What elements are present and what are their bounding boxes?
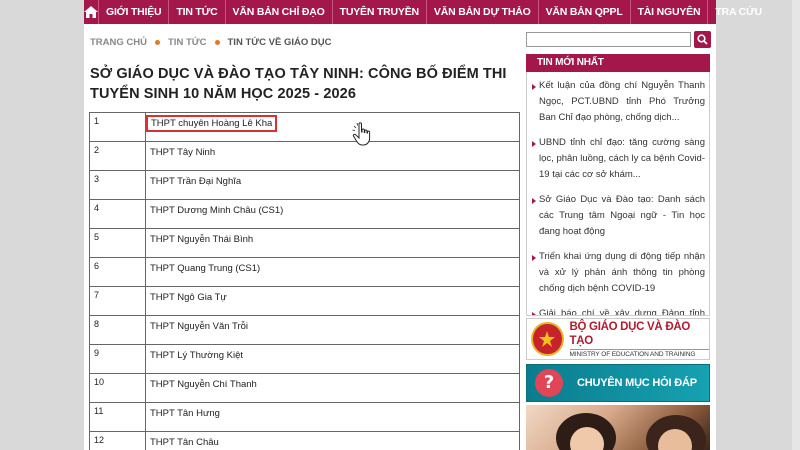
nav-item-tra-cuu[interactable]: TRA CỨU	[708, 0, 769, 24]
nav-item-tai-nguyen[interactable]: TÀI NGUYÊN	[631, 0, 709, 24]
top-nav: GIỚI THIỆU TIN TỨC VĂN BẢN CHỈ ĐẠO TUYÊN…	[84, 0, 762, 24]
school-name-cell[interactable]: THPT Tân Hưng	[145, 402, 520, 432]
school-name-cell[interactable]: THPT Tây Ninh	[145, 141, 520, 171]
qa-banner-label: CHUYÊN MỤC HỎI ĐÁP	[577, 377, 697, 389]
latest-news-list: Kết luận của đồng chí Nguyễn Thanh Ngọc,…	[526, 72, 710, 316]
row-number: 4	[89, 199, 146, 229]
nav-item-van-ban-chi-dao[interactable]: VĂN BẢN CHỈ ĐẠO	[226, 0, 333, 24]
news-item[interactable]: UBND tỉnh chỉ đạo: tăng cường sàng lọc, …	[527, 129, 709, 186]
breadcrumb-news[interactable]: TIN TỨC	[168, 37, 207, 48]
row-number: 5	[89, 228, 146, 258]
school-name-cell[interactable]: THPT chuyên Hoàng Lê Kha	[145, 112, 520, 142]
highlighted-school-name[interactable]: THPT chuyên Hoàng Lê Kha	[146, 115, 278, 132]
table-row: 3 THPT Trần Đại Nghĩa	[89, 170, 520, 200]
scrollbar[interactable]	[792, 0, 800, 450]
table-row: 11 THPT Tân Hưng	[89, 402, 520, 432]
row-number: 8	[89, 315, 146, 345]
breadcrumb-current[interactable]: TIN TỨC VỀ GIÁO DỤC	[228, 37, 332, 48]
bullet-icon	[155, 40, 160, 45]
page: GIỚI THIỆU TIN TỨC VĂN BẢN CHỈ ĐẠO TUYÊN…	[84, 0, 762, 450]
nav-item-tuyen-truyen[interactable]: TUYÊN TRUYỀN	[333, 0, 427, 24]
bullet-icon	[214, 40, 220, 45]
breadcrumb: TRANG CHỦ TIN TỨC TIN TỨC VỀ GIÁO DỤC	[90, 37, 331, 48]
ministry-banner-title: BỘ GIÁO DỤC VÀ ĐÀO TẠO	[569, 321, 691, 347]
school-name-cell[interactable]: THPT Tân Châu	[145, 431, 520, 450]
news-item[interactable]: Giải báo chí về xây dựng Đảng tỉnh Tây N…	[527, 300, 709, 315]
table-row: 8 THPT Nguyễn Văn Trỗi	[89, 315, 520, 345]
school-name-cell[interactable]: THPT Lý Thường Kiệt	[145, 344, 520, 374]
score-table: 1 THPT chuyên Hoàng Lê Kha 2 THPT Tây Ninh 3…	[89, 112, 520, 450]
nav-item-tin-tuc[interactable]: TIN TỨC	[169, 0, 226, 24]
row-number: 1	[89, 112, 146, 142]
row-number: 2	[89, 141, 146, 171]
row-number: 10	[89, 373, 146, 403]
search-button[interactable]	[694, 31, 711, 48]
national-emblem-icon	[531, 322, 564, 356]
row-number: 12	[89, 431, 146, 450]
table-row: 12 THPT Tân Châu	[89, 431, 520, 450]
nav-item-gioi-thieu[interactable]: GIỚI THIỆU	[99, 0, 170, 24]
row-number: 3	[89, 170, 146, 200]
home-icon[interactable]	[84, 0, 99, 24]
row-number: 11	[89, 402, 146, 432]
table-row: 10 THPT Nguyễn Chí Thanh	[89, 373, 520, 403]
school-name-cell[interactable]: THPT Trần Đại Nghĩa	[145, 170, 520, 200]
school-name-cell[interactable]: THPT Nguyễn Chí Thanh	[145, 373, 520, 403]
table-row: 6 THPT Quang Trung (CS1)	[89, 257, 520, 287]
table-row: 9 THPT Lý Thường Kiệt	[89, 344, 520, 374]
latest-news-heading: TIN MỚI NHẤT	[526, 54, 710, 72]
nav-item-van-ban-qppl[interactable]: VĂN BẢN QPPL	[539, 0, 631, 24]
row-number: 9	[89, 344, 146, 374]
table-row: 1 THPT chuyên Hoàng Lê Kha	[89, 112, 520, 142]
ministry-banner[interactable]: BỘ GIÁO DỤC VÀ ĐÀO TẠO MINISTRY OF EDUCA…	[526, 318, 710, 360]
table-row: 4 THPT Dương Minh Châu (CS1)	[89, 199, 520, 229]
search-icon	[697, 34, 708, 45]
qa-banner[interactable]: ? CHUYÊN MỤC HỎI ĐÁP	[526, 364, 710, 402]
hand-cursor-icon	[352, 122, 371, 146]
table-row: 7 THPT Ngô Gia Tự	[89, 286, 520, 316]
news-item[interactable]: Sở Giáo Dục và Đào tạo: Danh sách các Tr…	[527, 186, 709, 243]
school-name-cell[interactable]: THPT Quang Trung (CS1)	[145, 257, 520, 287]
nav-item-van-ban-du-thao[interactable]: VĂN BẢN DỰ THẢO	[427, 0, 539, 24]
table-row: 2 THPT Tây Ninh	[89, 141, 520, 171]
row-number: 6	[89, 257, 146, 287]
search-input[interactable]	[526, 32, 691, 47]
question-icon: ?	[535, 369, 563, 397]
school-name-cell[interactable]: THPT Dương Minh Châu (CS1)	[145, 199, 520, 229]
school-name-cell[interactable]: THPT Nguyễn Văn Trỗi	[145, 315, 520, 345]
table-row: 5 THPT Nguyễn Thái Bình	[89, 228, 520, 258]
school-name-cell[interactable]: THPT Nguyễn Thái Bình	[145, 228, 520, 258]
breadcrumb-home[interactable]: TRANG CHỦ	[90, 37, 147, 48]
news-item[interactable]: Kết luận của đồng chí Nguyễn Thanh Ngọc,…	[527, 72, 709, 129]
ministry-banner-subtitle: MINISTRY OF EDUCATION AND TRAINING	[569, 349, 709, 358]
row-number: 7	[89, 286, 146, 316]
students-photo[interactable]	[526, 405, 710, 450]
news-item[interactable]: Triển khai ứng dụng di động tiếp nhận và…	[527, 243, 709, 300]
page-title: SỞ GIÁO DỤC VÀ ĐÀO TẠO TÂY NINH: CÔNG BỐ…	[90, 66, 507, 102]
school-name-cell[interactable]: THPT Ngô Gia Tự	[145, 286, 520, 316]
